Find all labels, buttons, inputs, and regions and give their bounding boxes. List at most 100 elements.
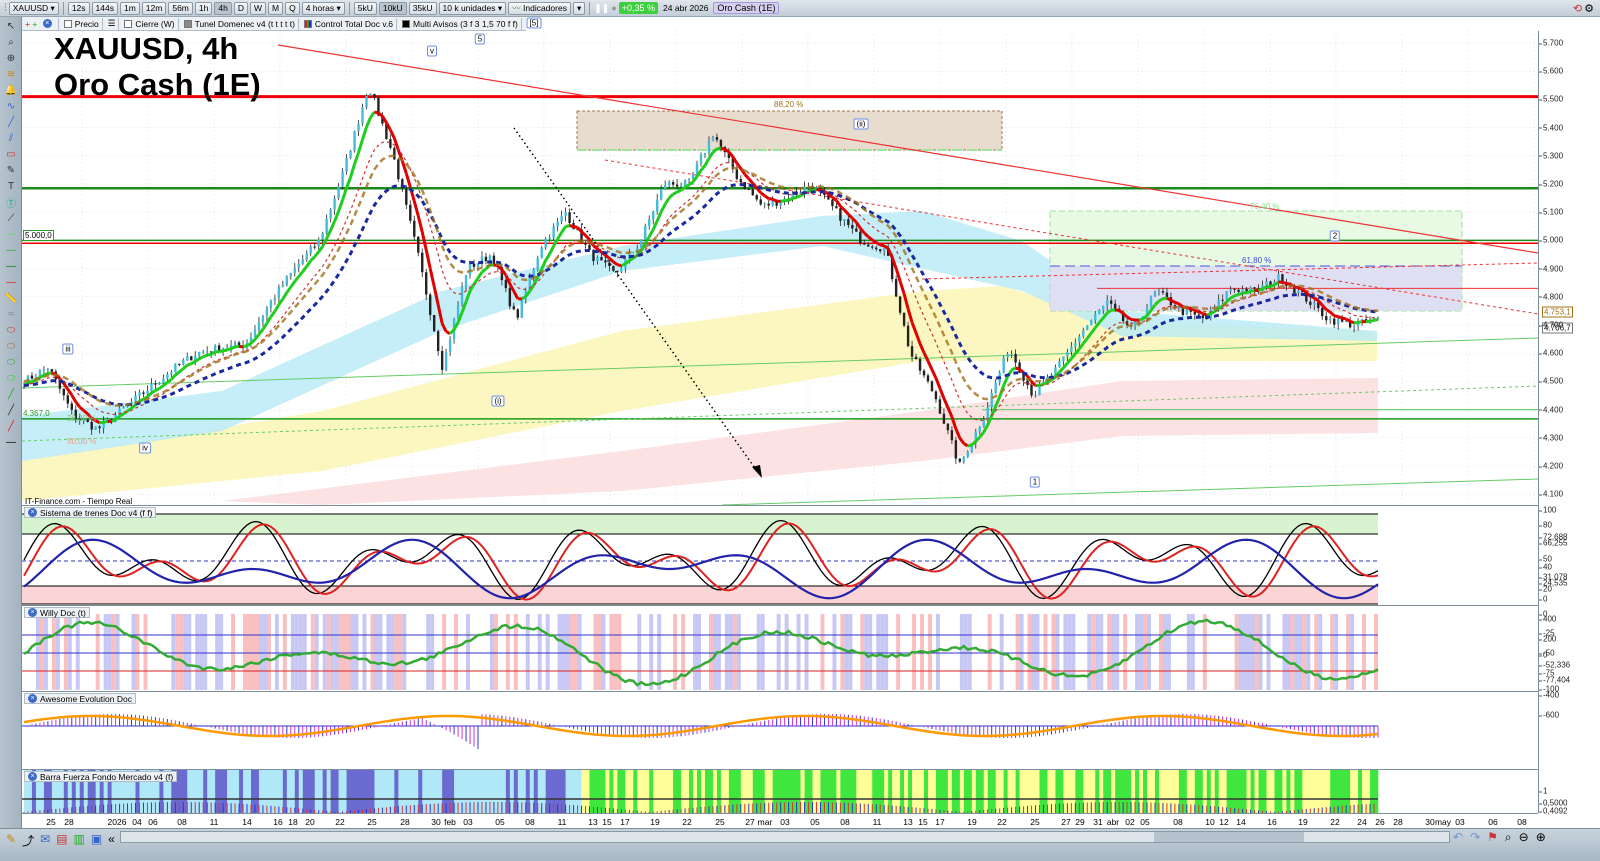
ellipse-green-tool-icon[interactable]: ⬭ [3,355,19,369]
wave-label-i[interactable]: (i) [491,395,505,407]
callout-tool-icon[interactable]: Ⓣ [3,195,19,210]
list-icon[interactable]: ☰ [105,17,120,30]
chat-icon[interactable]: ✉ [40,832,50,849]
pencil-tool-icon[interactable]: ✎ [3,163,19,177]
units-select[interactable]: 10 k unidades ▾ [438,1,507,15]
wave-label-iv[interactable]: iv [139,442,151,454]
wave-label-2[interactable]: 2 [1329,230,1341,242]
legend-price[interactable]: Precio [61,17,103,30]
fibonacci-tool-icon[interactable]: ≋ [3,67,19,81]
ellipse-brown-tool-icon[interactable]: ⬭ [3,339,19,353]
text-tool-icon[interactable]: T [3,179,19,193]
hline-light-tool-icon[interactable]: — [3,227,19,241]
ellipse-red-tool-icon[interactable]: ⬭ [3,323,19,337]
bell-tool-icon[interactable]: 🔔 [3,83,19,97]
undo-icon[interactable]: ↶ [1453,830,1463,845]
close-pane-icon[interactable]: × [28,694,37,703]
pane-barra-fuerza[interactable]: × Barra Fuerza Fondo Mercado v4 (f) [22,769,1538,813]
collapse-icon[interactable]: « [108,832,115,849]
wave-label-1[interactable]: 1 [1029,476,1041,488]
hline-dark-tool-icon[interactable]: — [3,259,19,273]
trendline-red-tool-icon[interactable]: ╱ [3,419,19,433]
unit-10kU[interactable]: 10kU [378,1,407,15]
timeframe-W[interactable]: W [249,1,266,15]
wave-label-top[interactable]: [5] [526,17,542,29]
bookmark-icon[interactable]: ⚑ [1487,830,1498,845]
candle [616,270,619,272]
price-axis[interactable]: 4.753,1 4.706,7 5.700 5.600 5.500 5.400 5.30… [1538,31,1600,505]
unit-5kU[interactable]: 5kU [353,1,377,15]
timeframe-12m[interactable]: 12m [141,1,167,15]
zoom-fit-icon[interactable]: ⌕ [1505,830,1512,845]
zoom-tool-icon[interactable]: ⌕ [3,35,19,49]
legend-multi-avisos[interactable]: Multi Avisos (3 f 3 1,5 70 f f) [399,17,522,30]
close-pane-icon[interactable]: × [28,608,37,617]
chart-window-icon[interactable]: ▣ [91,832,102,849]
timeframe-144s[interactable]: 144s [91,1,118,15]
timeframe-12s[interactable]: 12s [67,1,90,15]
timeframe-Q[interactable]: Q [285,1,300,15]
redo-icon[interactable]: ↷ [1470,830,1480,845]
indicator-tick: 400 [1538,614,1557,624]
legend-tunel[interactable]: Tunel Domenec v4 (t t t t t) [181,17,299,30]
columns-icon[interactable]: ▥ [73,832,84,849]
line-tool-icon[interactable]: ╱ [3,115,19,129]
timeframe-1h[interactable]: 1h [194,1,213,15]
cursor-tool-icon[interactable]: ↖ [3,19,19,33]
close-pane-icon[interactable]: × [28,508,37,517]
layout-icon[interactable]: ▤ [56,832,67,849]
share-icon[interactable]: ⤴ [22,832,34,849]
pane-willy[interactable]: × Willy Doc (t) [22,605,1538,691]
hline-mid-tool-icon[interactable]: — [3,243,19,257]
price-chart[interactable]: XAUUSD, 4h Oro Cash (1E) IT-Finance.com … [22,31,1538,505]
legend-controls[interactable]: + + × [22,17,59,30]
wave-label-iii[interactable]: iii [62,343,74,355]
timeframe-M[interactable]: M [268,1,284,15]
indicators-button[interactable]: 〰 Indicadores [508,1,571,15]
hline-red-tool-icon[interactable]: — [3,275,19,289]
close-pane-icon[interactable]: × [28,772,37,781]
wave-label-ii[interactable]: (ii) [853,118,869,130]
timeframe-D[interactable]: D [233,1,248,15]
candle [174,363,177,373]
zoom-in-icon[interactable]: ⊕ [1536,830,1546,845]
close-icon[interactable]: × [42,19,52,28]
channel-tool-icon[interactable]: ⫽ [3,131,19,145]
pane-awesome[interactable]: × Awesome Evolution Doc [22,691,1538,769]
ruler-tool-icon[interactable]: 📏 [3,291,19,305]
indicator-axis[interactable]: 100 80 72,688 66,255 50 40 31,078 24,535 20 0 0 -25… [1538,505,1600,816]
date-label: 14 [1236,817,1246,827]
legend-close[interactable]: Cierre (W) [121,17,179,30]
trendline-dark-tool-icon[interactable]: ╱ [3,403,19,417]
scroll-thumb[interactable] [1154,832,1304,842]
ruler-line-tool-icon[interactable]: ⟋ [3,211,19,225]
ellipse-lime-tool-icon[interactable]: ⬭ [3,371,19,385]
symbol-select[interactable]: XAUUSD ▾ [8,1,59,15]
zoom-area-tool-icon[interactable]: ⊕ [3,51,19,65]
pane-sistema-trenes[interactable]: × Sistema de trenes Doc v4 (f f) [22,505,1538,605]
trendline-green-tool-icon[interactable]: ╱ [3,387,19,401]
pause-icon[interactable]: ❚❚ [594,3,609,14]
timeframe-1m[interactable]: 1m [119,1,140,15]
date-axis[interactable]: 25 28 2026 04 06 08 11 14 16 18 20 22 25 28 30 feb 03 05 0… [22,813,1538,828]
legend-control-total[interactable]: Control Total Doc v.6 [301,17,398,30]
settings-icon[interactable]: ⚙ [1584,2,1594,15]
unit-35kU[interactable]: 35kU [408,1,437,15]
zoom-out-icon[interactable]: ⊖ [1519,830,1529,845]
strength-bar [354,770,359,813]
pattern-tool-icon[interactable]: ≈ [3,307,19,321]
indicators-dropdown[interactable]: ▾ [572,1,586,15]
rectangle-tool-icon[interactable]: ▭ [3,147,19,161]
period-select[interactable]: 4 horas ▾ [301,1,345,15]
wave-tool-icon[interactable]: ∿ [3,99,19,113]
price-tick: 4.400 [1538,405,1564,415]
horizontal-scrollbar[interactable] [120,831,1450,843]
timeframe-56m[interactable]: 56m [168,1,193,15]
wave-label-5[interactable]: 5 [474,33,486,45]
timeframe-4h[interactable]: 4h [214,1,232,15]
hline-black-tool-icon[interactable]: — [3,435,19,449]
wave-label-v[interactable]: v [427,45,437,57]
pencil-icon[interactable]: ✎ [6,832,16,849]
refresh-icon[interactable]: ⟲ [1573,2,1582,15]
fast-ma-segment [879,243,885,248]
